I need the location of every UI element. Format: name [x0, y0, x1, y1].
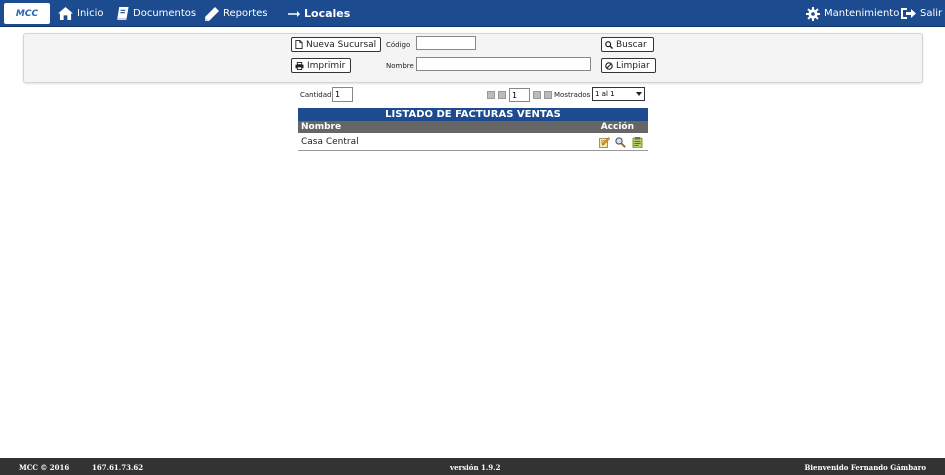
imprimir-label: Imprimir: [307, 60, 346, 71]
filter-panel: Nueva Sucursal Imprimir Código Nombre Bu…: [23, 33, 923, 83]
clipboard-icon[interactable]: [632, 137, 643, 148]
nav-salir[interactable]: Salir: [901, 0, 942, 27]
mostrados-select[interactable]: 1 al 1: [592, 87, 645, 101]
nav-reportes[interactable]: Reportes: [204, 0, 268, 27]
breadcrumb-current: Locales: [288, 0, 350, 27]
next-page-button[interactable]: [533, 91, 541, 99]
gear-icon: [806, 6, 820, 21]
cantidad-label: Cantidad: [300, 91, 332, 99]
nav-mantenimiento-label: Mantenimiento: [824, 8, 900, 19]
print-icon: [295, 61, 304, 70]
buscar-label: Buscar: [616, 39, 647, 50]
nav-inicio-label: Inicio: [77, 8, 104, 19]
nombre-input[interactable]: [416, 57, 591, 71]
footer-ip: 167.61.73.62: [92, 463, 144, 472]
codigo-label: Código: [386, 41, 411, 49]
pencil-icon: [205, 6, 219, 21]
logo-text: MCC: [15, 8, 39, 19]
listing-header: Nombre Acción: [298, 121, 648, 133]
prev-page-button[interactable]: [498, 91, 506, 99]
page-number-input[interactable]: 1: [509, 88, 530, 102]
nombre-label: Nombre: [386, 62, 414, 70]
footer-version: versión 1.9.2: [450, 463, 501, 472]
last-page-button[interactable]: [544, 91, 552, 99]
arrow-right-icon: [288, 10, 300, 17]
breadcrumb-current-label: Locales: [304, 7, 351, 20]
cantidad-field: 1: [332, 87, 353, 102]
footer-left: MCC © 2016 MCC 167.61.73.62: [19, 463, 143, 472]
top-navbar: MCC Inicio Documentos Reportes Locales M…: [0, 0, 945, 27]
file-icon: [295, 40, 303, 49]
nav-mantenimiento[interactable]: Mantenimiento: [806, 0, 899, 27]
listing-title: LISTADO DE FACTURAS VENTAS: [298, 108, 648, 121]
nueva-sucursal-label: Nueva Sucursal: [306, 39, 377, 50]
nav-salir-label: Salir: [920, 8, 943, 19]
home-icon: [58, 7, 73, 20]
nav-documentos-label: Documentos: [133, 8, 197, 19]
column-nombre: Nombre: [301, 122, 342, 132]
first-page-button[interactable]: [487, 91, 495, 99]
buscar-button[interactable]: Buscar: [601, 37, 654, 52]
ban-icon: [605, 61, 613, 70]
magnifier-icon[interactable]: [615, 137, 626, 148]
mcc-logo[interactable]: MCC: [4, 3, 50, 24]
mostrados-label: Mostrados: [554, 91, 591, 99]
table-row: Casa Central: [298, 133, 648, 151]
column-accion: Acción: [600, 122, 634, 132]
nav-reportes-label: Reportes: [223, 8, 268, 19]
imprimir-button[interactable]: Imprimir: [291, 58, 351, 73]
sign-out-icon: [901, 8, 916, 19]
limpiar-button[interactable]: Limpiar: [601, 58, 656, 73]
search-icon: [605, 40, 613, 49]
limpiar-label: Limpiar: [616, 60, 650, 71]
footer-copyright: MCC © 2016: [19, 463, 70, 472]
footer: MCC © 2016 MCC 167.61.73.62 versión 1.9.…: [0, 458, 945, 475]
footer-welcome: Bienvenido Fernando Gámbaro: [804, 463, 926, 472]
footer-brand: MCC: [71, 464, 90, 472]
book-icon: [117, 7, 129, 20]
nav-documentos[interactable]: Documentos: [116, 0, 196, 27]
codigo-input[interactable]: [416, 36, 476, 50]
edit-icon[interactable]: [599, 137, 610, 148]
nav-inicio[interactable]: Inicio: [58, 0, 103, 27]
nueva-sucursal-button[interactable]: Nueva Sucursal: [291, 37, 381, 52]
mostrados-value: 1 al 1: [595, 90, 615, 98]
caret-down-icon: [636, 92, 642, 96]
row-nombre: Casa Central: [301, 137, 359, 147]
